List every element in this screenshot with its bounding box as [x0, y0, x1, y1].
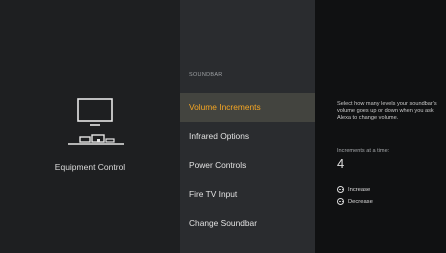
menu-item-volume-increments[interactable]: Volume Increments	[180, 93, 315, 122]
menu-item-fire-tv-input[interactable]: Fire TV Input	[180, 180, 315, 209]
page-title: Equipment Control	[54, 162, 126, 172]
details-panel: Select how many levels your soundbar's v…	[315, 0, 446, 253]
decrease-action[interactable]: Decrease	[337, 197, 373, 206]
menu-list: Volume Increments Infrared Options Power…	[180, 93, 315, 238]
settings-menu: SOUNDBAR Volume Increments Infrared Opti…	[180, 0, 315, 253]
menu-item-power-controls[interactable]: Power Controls	[180, 151, 315, 180]
help-text: Select how many levels your soundbar's v…	[337, 101, 437, 122]
menu-item-change-soundbar[interactable]: Change Soundbar	[180, 209, 315, 238]
increase-action[interactable]: Increase	[337, 185, 370, 194]
more-options-icon	[337, 186, 344, 193]
decrease-label: Decrease	[348, 198, 373, 205]
menu-item-infrared-options[interactable]: Infrared Options	[180, 122, 315, 151]
more-options-icon	[337, 198, 344, 205]
increments-value: 4	[337, 156, 345, 171]
section-label: SOUNDBAR	[189, 72, 223, 78]
tv-soundbar-icon	[68, 98, 124, 145]
left-panel: Equipment Control	[0, 0, 180, 253]
increments-label: Increments at a time:	[337, 148, 390, 154]
increase-label: Increase	[348, 186, 371, 193]
